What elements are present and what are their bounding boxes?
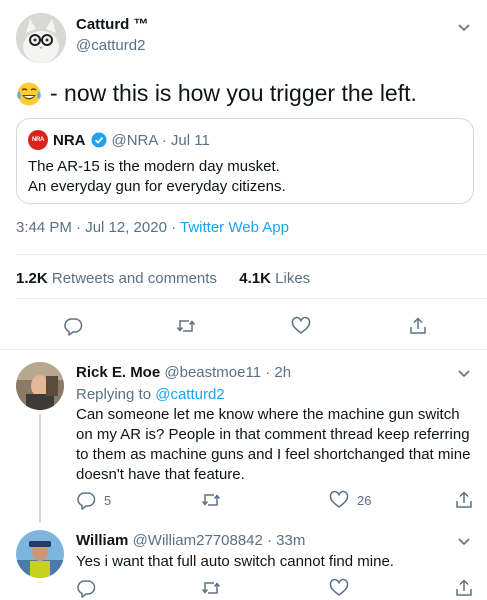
chevron-down-icon[interactable] (455, 18, 473, 36)
tweet-text: - now this is how you trigger the left. (16, 80, 417, 107)
verified-badge-icon (91, 132, 106, 148)
share-icon[interactable] (454, 490, 474, 510)
thread-line (39, 414, 41, 522)
avatar-william[interactable] (16, 530, 64, 578)
cat-avatar-icon (16, 13, 66, 63)
like-icon[interactable] (329, 490, 349, 510)
quoted-tweet[interactable]: NRA NRA @NRA · Jul 11 The AR-15 is the m… (16, 118, 474, 204)
reply-count: 5 (104, 492, 112, 508)
retweets-count: 1.2K (16, 270, 48, 287)
retweet-icon[interactable] (201, 490, 221, 510)
quoted-handle-date: @NRA · Jul 11 (111, 131, 210, 149)
like-count: 26 (357, 492, 372, 508)
like-action[interactable]: 26 (329, 490, 371, 510)
chevron-down-icon[interactable] (455, 532, 473, 550)
likes-stat[interactable]: 4.1K Likes (239, 270, 310, 287)
tweet-text-body: - now this is how you trigger the left. (50, 80, 417, 106)
quoted-tweet-text: The AR-15 is the modern day musket. An e… (28, 157, 286, 197)
reply-header: William @William27708842 · 33m (76, 532, 305, 549)
replying-to-handle[interactable]: @catturd2 (155, 386, 224, 403)
user-photo-icon (16, 530, 64, 578)
author-handle[interactable]: @catturd2 (76, 37, 145, 54)
retweet-icon[interactable] (176, 316, 196, 336)
retweets-stat[interactable]: 1.2K Retweets and comments (16, 270, 217, 287)
reply-text: Can someone let me know where the machin… (76, 406, 471, 483)
like-icon[interactable] (329, 578, 349, 598)
reply-author-name[interactable]: William (76, 532, 128, 549)
quoted-tweet-header: NRA NRA @NRA · Jul 11 (28, 130, 210, 150)
reply-action[interactable]: 5 (76, 490, 111, 510)
tweet-source[interactable]: Twitter Web App (180, 219, 289, 236)
tears-of-joy-emoji-icon (17, 82, 41, 105)
avatar-rick-e-moe[interactable] (16, 362, 64, 410)
nra-logo: NRA (28, 130, 48, 150)
avatar-catturd[interactable] (16, 13, 66, 63)
retweet-action[interactable] (201, 490, 229, 510)
replying-to: Replying to @catturd2 (76, 385, 225, 405)
divider (0, 349, 487, 350)
meta-separator: · (166, 219, 180, 236)
reply-handle-time[interactable]: @William27708842 · 33m (133, 532, 306, 549)
like-action[interactable] (329, 578, 357, 598)
reply-action[interactable] (76, 578, 104, 598)
share-icon[interactable] (408, 316, 428, 336)
reply-icon[interactable] (76, 578, 96, 598)
reply-icon[interactable] (63, 316, 83, 336)
reply-handle-time[interactable]: @beastmoe11 · 2h (164, 364, 291, 381)
retweet-icon[interactable] (201, 578, 221, 598)
share-icon[interactable] (454, 578, 474, 598)
user-photo-icon (16, 362, 64, 410)
quoted-author-name: NRA (53, 131, 86, 149)
replying-to-prefix: Replying to (76, 386, 156, 403)
reply-header: Rick E. Moe @beastmoe11 · 2h (76, 364, 291, 381)
retweets-label: Retweets and comments (51, 270, 217, 287)
quoted-line-1: The AR-15 is the modern day musket. (28, 158, 280, 175)
like-icon[interactable] (291, 316, 311, 336)
likes-label: Likes (275, 270, 311, 287)
chevron-down-icon[interactable] (455, 364, 473, 382)
author-name[interactable]: Catturd ™ (76, 16, 149, 33)
tweet-meta: 3:44 PM · Jul 12, 2020 · Twitter Web App (16, 219, 289, 236)
tweet-timestamp[interactable]: 3:44 PM · Jul 12, 2020 (16, 219, 167, 236)
reply-icon[interactable] (76, 490, 96, 510)
divider (16, 254, 487, 255)
reply-text: Yes i want that full auto switch cannot … (76, 553, 394, 570)
reply-author-name[interactable]: Rick E. Moe (76, 364, 160, 381)
retweet-action[interactable] (201, 578, 229, 598)
quoted-line-2: An everyday gun for everyday citizens. (28, 178, 286, 195)
likes-count: 4.1K (239, 270, 271, 287)
divider (16, 298, 487, 299)
tweet-stats: 1.2K Retweets and comments 4.1K Likes (16, 270, 310, 287)
